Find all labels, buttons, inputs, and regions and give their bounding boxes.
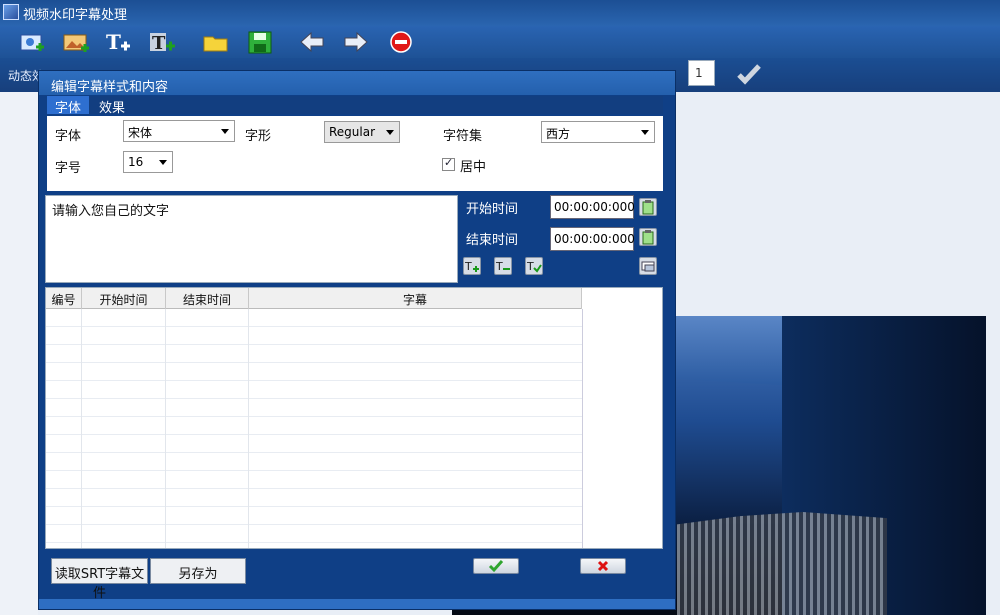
clipboard-start-icon[interactable] bbox=[639, 198, 657, 216]
style-value: Regular bbox=[329, 125, 376, 139]
cancel-button[interactable] bbox=[580, 558, 626, 574]
tab-strip: 字体 效果 bbox=[47, 96, 663, 116]
dialog-titlebar: 编辑字幕样式和内容 bbox=[39, 71, 675, 95]
read-srt-button[interactable]: 读取SRT字幕文件 bbox=[51, 558, 148, 601]
size-value: 16 bbox=[128, 155, 144, 169]
left-panel bbox=[0, 92, 38, 615]
center-label: 居中 bbox=[460, 160, 487, 175]
clipboard-end-icon[interactable] bbox=[639, 228, 657, 246]
app-icon bbox=[3, 4, 19, 20]
svg-text:T: T bbox=[495, 260, 503, 273]
add-scroll-text-icon[interactable]: T bbox=[148, 29, 176, 55]
svg-text:T: T bbox=[526, 260, 534, 273]
end-time-label: 结束时间 bbox=[466, 233, 519, 248]
subtitle-table[interactable]: 编号 开始时间 结束时间 字幕 bbox=[45, 287, 663, 549]
arrow-left-icon[interactable] bbox=[298, 29, 326, 55]
col-subtitle[interactable]: 字幕 bbox=[249, 288, 582, 309]
add-video-icon[interactable] bbox=[18, 29, 46, 55]
style-label: 字形 bbox=[245, 129, 272, 144]
remove-subtitle-icon[interactable]: T bbox=[494, 257, 512, 275]
check-icon bbox=[488, 560, 504, 573]
start-time-field[interactable]: 00:00:00:000 bbox=[550, 195, 635, 219]
svg-text:T: T bbox=[152, 33, 166, 54]
add-subtitle-icon[interactable]: T bbox=[463, 257, 481, 275]
apply-check-icon[interactable] bbox=[736, 62, 762, 90]
svg-text:T: T bbox=[106, 30, 121, 54]
style-select[interactable]: Regular bbox=[324, 121, 400, 143]
subtitle-text-input[interactable]: 请输入您自己的文字 bbox=[45, 195, 458, 283]
center-checkbox[interactable] bbox=[442, 156, 455, 171]
font-value: 宋体 bbox=[128, 126, 153, 140]
font-label: 字体 bbox=[55, 129, 82, 144]
add-image-icon[interactable] bbox=[62, 29, 90, 55]
font-panel: 字体 宋体 字形 Regular 字符集 西方 字号 16 居中 bbox=[47, 116, 663, 191]
close-icon bbox=[597, 560, 609, 572]
page-number-field[interactable]: 1 bbox=[688, 60, 715, 86]
main-toolbar: T T bbox=[0, 26, 1000, 58]
ok-button[interactable] bbox=[473, 558, 519, 574]
table-body bbox=[46, 309, 582, 548]
charset-select[interactable]: 西方 bbox=[541, 121, 655, 143]
dialog-footer bbox=[39, 599, 675, 609]
app-title: 视频水印字幕处理 bbox=[23, 8, 128, 23]
save-icon[interactable] bbox=[246, 29, 274, 55]
dialog-title: 编辑字幕样式和内容 bbox=[51, 80, 169, 95]
open-folder-icon[interactable] bbox=[202, 29, 230, 55]
tab-effect[interactable]: 效果 bbox=[91, 96, 133, 116]
size-select[interactable]: 16 bbox=[123, 151, 173, 173]
add-text-icon[interactable]: T bbox=[104, 29, 132, 55]
font-select[interactable]: 宋体 bbox=[123, 120, 235, 142]
chevron-down-icon bbox=[641, 130, 649, 135]
app-titlebar: 视频水印字幕处理 bbox=[0, 0, 1000, 26]
chevron-down-icon bbox=[159, 160, 167, 165]
chevron-down-icon bbox=[386, 130, 394, 135]
table-header: 编号 开始时间 结束时间 字幕 bbox=[46, 288, 582, 309]
charset-label: 字符集 bbox=[443, 129, 483, 144]
col-end-time[interactable]: 结束时间 bbox=[166, 288, 249, 309]
subtitle-editor-dialog: 编辑字幕样式和内容 字体 效果 字体 宋体 字形 Regular 字符集 西方 … bbox=[38, 70, 676, 610]
end-time-field[interactable]: 00:00:00:000 bbox=[550, 227, 635, 251]
update-subtitle-icon[interactable]: T bbox=[525, 257, 543, 275]
save-as-button[interactable]: 另存为 bbox=[150, 558, 246, 584]
chevron-down-icon bbox=[221, 129, 229, 134]
arrow-right-icon[interactable] bbox=[342, 29, 370, 55]
window-icon[interactable] bbox=[639, 257, 657, 275]
col-start-time[interactable]: 开始时间 bbox=[82, 288, 166, 309]
col-number[interactable]: 编号 bbox=[46, 288, 82, 309]
tab-font[interactable]: 字体 bbox=[47, 96, 89, 116]
stop-icon[interactable] bbox=[387, 29, 415, 55]
charset-value: 西方 bbox=[546, 127, 571, 141]
start-time-label: 开始时间 bbox=[466, 202, 519, 217]
size-label: 字号 bbox=[55, 161, 82, 176]
svg-text:T: T bbox=[464, 260, 472, 273]
